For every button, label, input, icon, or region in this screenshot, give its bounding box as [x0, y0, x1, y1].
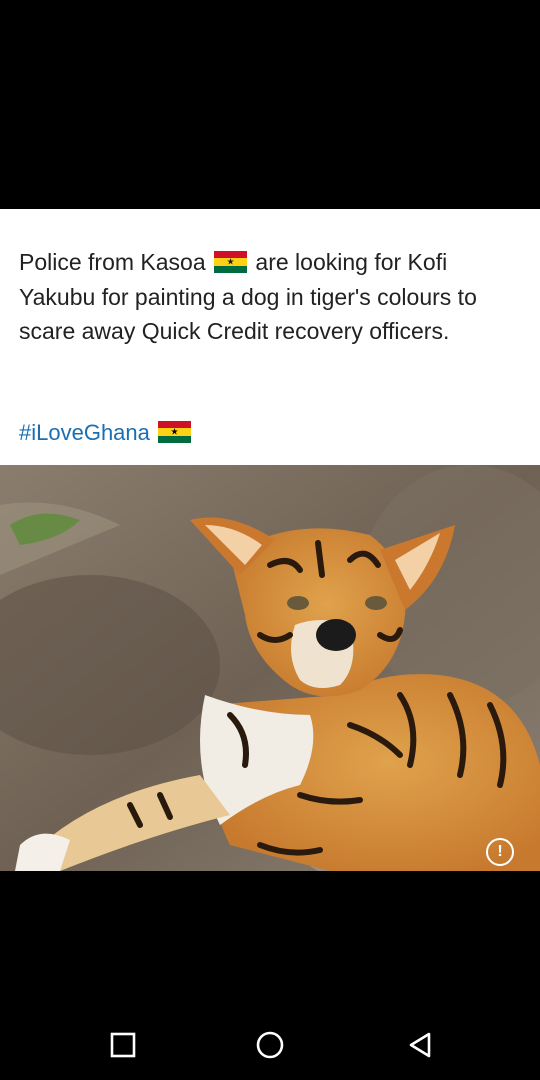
system-navigation-bar	[0, 1010, 540, 1080]
dog-painted-as-tiger-photo[interactable]	[0, 465, 540, 871]
triangle-back-icon[interactable]	[405, 1030, 435, 1060]
post-card: Police from Kasoa ★ are looking for Kofi…	[0, 209, 540, 871]
ghana-flag-icon: ★	[158, 421, 192, 443]
post-caption: Police from Kasoa ★ are looking for Kofi…	[19, 245, 519, 349]
hashtag-link[interactable]: #iLoveGhana	[19, 420, 150, 445]
ghana-flag-icon: ★	[214, 251, 248, 273]
square-recents-icon[interactable]	[108, 1030, 138, 1060]
caption-text-part1: Police from Kasoa	[19, 249, 206, 275]
hashtag-line: #iLoveGhana ★	[19, 416, 193, 450]
circle-home-icon[interactable]	[255, 1030, 285, 1060]
info-icon[interactable]: !	[486, 838, 514, 866]
